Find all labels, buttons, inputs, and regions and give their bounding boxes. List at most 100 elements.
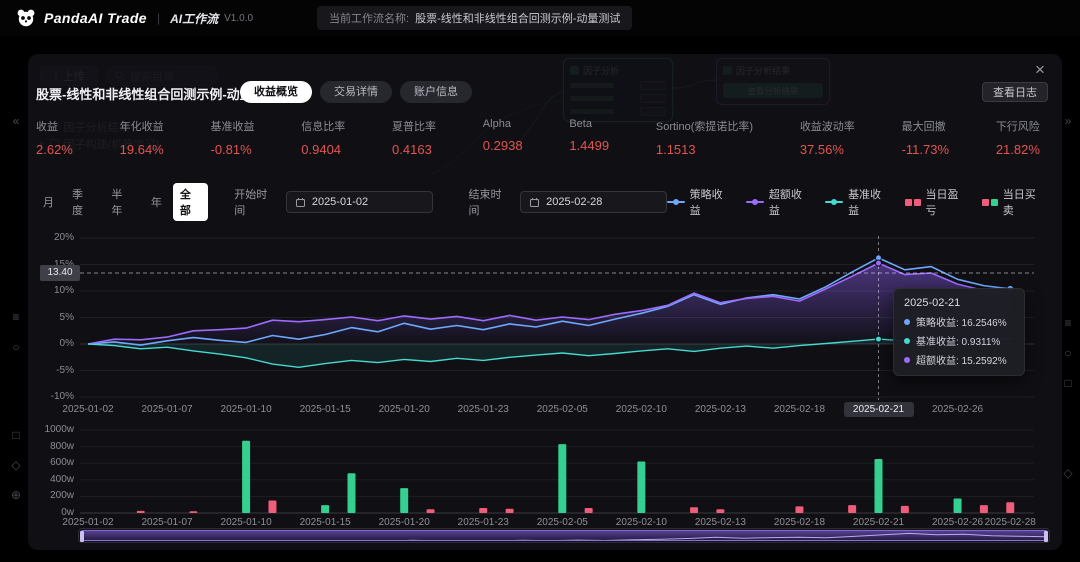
legend-daily-trades[interactable]: 当日买卖 bbox=[982, 186, 1046, 218]
metric: 信息比率0.9404 bbox=[301, 118, 345, 157]
legend-strategy[interactable]: 策略收益 bbox=[667, 186, 733, 218]
tooltip-date: 2025-02-21 bbox=[904, 297, 1014, 309]
metric-value: 0.4163 bbox=[392, 142, 432, 157]
tooltip-row: 基准收益: 0.9311% bbox=[904, 333, 1014, 348]
metric: Beta1.4499 bbox=[569, 118, 609, 157]
trade-bar-sell bbox=[1006, 502, 1014, 513]
metric: 夏普比率 0.4163 bbox=[392, 118, 436, 157]
metrics-row: 收益2.62% 年化收益19.64% 基准收益-0.81% 信息比率0.9404 夏普比… bbox=[36, 118, 1040, 157]
x-axis-label: 2025-01-02 bbox=[53, 404, 123, 415]
end-date-label: 结束时间 bbox=[469, 186, 513, 218]
trade-bar-sell bbox=[980, 505, 988, 513]
metric-label: 下行风险 bbox=[996, 118, 1040, 134]
series-dot bbox=[904, 338, 910, 344]
tab-overview[interactable]: 收益概览 bbox=[240, 81, 312, 103]
trade-bar-sell bbox=[795, 506, 803, 513]
calendar-icon bbox=[529, 197, 540, 208]
metric-label: 夏普比率 bbox=[392, 118, 436, 134]
start-date-input[interactable]: 2025-01-02 bbox=[286, 191, 433, 213]
y-axis-label: 0w bbox=[28, 507, 74, 518]
x-axis-label: 2025-02-26 bbox=[923, 404, 993, 415]
backtest-result-modal: × 股票-线性和非线性组合回测示例-动量测试 收益概览交易详情账户信息 查看日志… bbox=[28, 54, 1062, 550]
trade-bar-sell bbox=[901, 506, 909, 513]
period-year[interactable]: 年 bbox=[144, 191, 169, 213]
bar-chart-x-axis: 2025-01-022025-01-072025-01-102025-01-15… bbox=[28, 515, 1062, 529]
trade-bar-buy bbox=[400, 488, 408, 513]
trade-bar-buy bbox=[954, 499, 962, 514]
metric: 收益2.62% bbox=[36, 118, 73, 157]
trade-bar-buy bbox=[321, 505, 329, 513]
x-axis-label: 2025-01-10 bbox=[211, 404, 281, 415]
y-axis-label: 800w bbox=[28, 441, 74, 452]
tab-trade-details[interactable]: 交易详情 bbox=[320, 81, 392, 103]
trade-bar-buy bbox=[875, 459, 883, 513]
trade-bar-buy bbox=[242, 441, 250, 513]
trade-bar-buy bbox=[558, 444, 566, 513]
legend-label: 超额收益 bbox=[769, 186, 812, 218]
zoom-selected-range[interactable] bbox=[80, 530, 1048, 541]
trade-bar-sell bbox=[848, 505, 856, 513]
top-bar: PandaAI Trade | AI工作流 V1.0.0 当前工作流名称: 股票… bbox=[0, 0, 1080, 36]
metric: 年化收益19.64% bbox=[120, 118, 164, 157]
metric-label: 最大回撤 bbox=[902, 118, 946, 134]
zoom-handle-right[interactable] bbox=[1044, 531, 1048, 542]
legend-benchmark[interactable]: 基准收益 bbox=[825, 186, 891, 218]
metric-label: Alpha bbox=[483, 118, 511, 130]
x-axis-label: 2025-01-07 bbox=[132, 404, 202, 415]
trade-bar-sell bbox=[716, 509, 724, 513]
view-logs-button[interactable]: 查看日志 bbox=[982, 82, 1048, 102]
brand-title: PandaAI Trade bbox=[44, 10, 147, 26]
end-date-value: 2025-02-28 bbox=[546, 196, 602, 208]
trade-bar-sell bbox=[268, 501, 276, 514]
x-axis-label: 2025-02-18 bbox=[764, 404, 834, 415]
series-dot bbox=[904, 357, 910, 363]
calendar-icon bbox=[295, 197, 306, 208]
metric-label: 收益 bbox=[36, 118, 58, 134]
series-dot bbox=[904, 319, 910, 325]
cursor-dot bbox=[876, 260, 882, 266]
metric-label: 基准收益 bbox=[211, 118, 255, 134]
cursor-dot bbox=[876, 336, 882, 342]
y-axis-label: -5% bbox=[28, 365, 74, 376]
legend-label: 当日买卖 bbox=[1003, 186, 1046, 218]
trade-bar-sell bbox=[189, 511, 197, 513]
zoom-sparkline bbox=[81, 531, 1048, 541]
trade-bar-sell bbox=[427, 509, 435, 513]
chart-controls: 月季度半年年全部 开始时间 2025-01-02 结束时间 2025-02-28… bbox=[36, 190, 1046, 214]
metric-label: Sortino(索提诺比率) bbox=[656, 118, 753, 134]
legend-line-swatch bbox=[667, 201, 685, 203]
metric: 收益波动率37.56% bbox=[800, 118, 855, 157]
tab-account-info[interactable]: 账户信息 bbox=[400, 81, 472, 103]
metric: 基准收益-0.81% bbox=[211, 118, 255, 157]
end-date-input[interactable]: 2025-02-28 bbox=[520, 191, 667, 213]
trade-bar-buy bbox=[348, 473, 356, 513]
y-axis-label: 1000w bbox=[28, 424, 74, 435]
chart-zoom-slider[interactable] bbox=[78, 528, 1050, 543]
period-quarter[interactable]: 季度 bbox=[65, 183, 100, 221]
x-axis-label: 2025-02-21 bbox=[844, 517, 914, 528]
period-half-year[interactable]: 半年 bbox=[104, 183, 139, 221]
y-axis-label: -10% bbox=[28, 391, 74, 402]
x-axis-label: 2025-01-20 bbox=[369, 404, 439, 415]
period-month[interactable]: 月 bbox=[36, 191, 61, 213]
legend-square-swatch bbox=[905, 199, 921, 206]
x-axis-label: 2025-02-13 bbox=[685, 517, 755, 528]
legend-daily-pnl[interactable]: 当日盈亏 bbox=[905, 186, 969, 218]
legend-excess[interactable]: 超额收益 bbox=[746, 186, 812, 218]
result-tabs: 收益概览交易详情账户信息 bbox=[240, 81, 472, 103]
x-axis-label: 2025-02-05 bbox=[527, 404, 597, 415]
daily-trades-bar-chart[interactable] bbox=[80, 426, 1040, 518]
x-axis-label: 2025-01-15 bbox=[290, 404, 360, 415]
period-all[interactable]: 全部 bbox=[173, 183, 208, 221]
trade-bar-sell bbox=[690, 507, 698, 513]
product-name: AI工作流 bbox=[170, 10, 218, 27]
metric-value: 19.64% bbox=[120, 142, 164, 157]
zoom-handle-left[interactable] bbox=[80, 531, 84, 542]
y-axis-label: 400w bbox=[28, 474, 74, 485]
trade-bar-sell bbox=[585, 508, 593, 513]
close-icon[interactable]: × bbox=[1030, 60, 1050, 80]
legend-square-swatch bbox=[982, 199, 998, 206]
y-axis-label: 600w bbox=[28, 457, 74, 468]
product-version: V1.0.0 bbox=[224, 13, 253, 24]
tooltip-row: 超额收益: 15.2592% bbox=[904, 352, 1014, 367]
